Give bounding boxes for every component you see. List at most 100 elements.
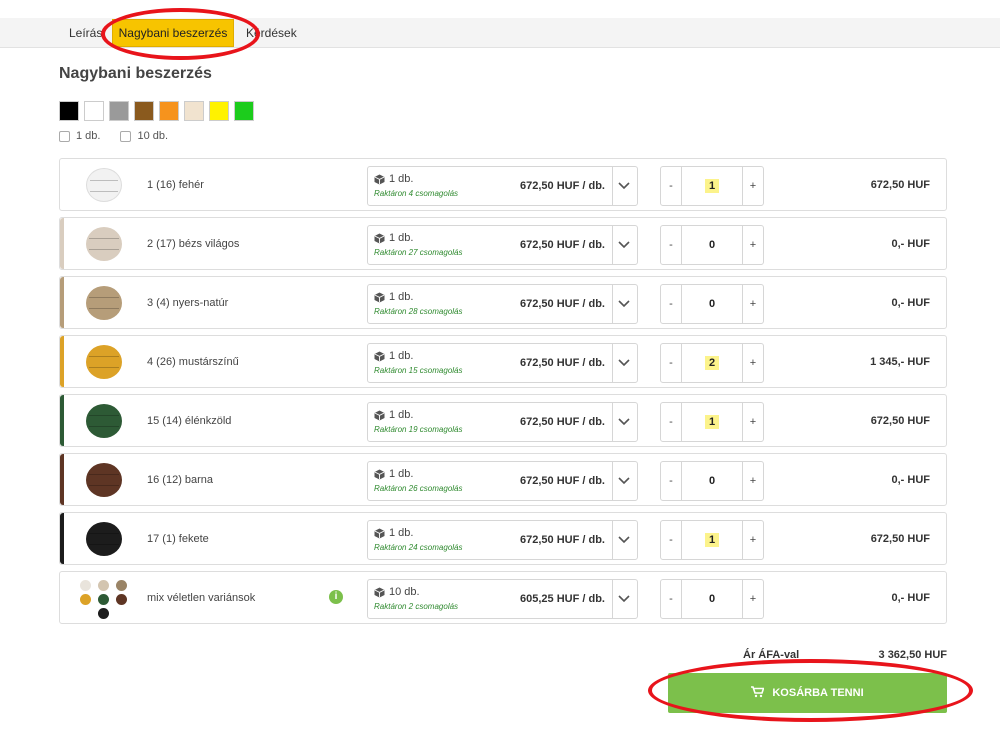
chevron-down-icon[interactable] (617, 236, 631, 252)
quantity-stepper: - 1 + (660, 166, 764, 206)
add-to-cart-button[interactable]: KOSÁRBA TENNI (668, 673, 947, 713)
stock-status: Raktáron 26 csomagolás (374, 484, 463, 493)
unit-price: 672,50 HUF / db. (520, 239, 605, 251)
decrement-button[interactable]: - (661, 403, 682, 441)
divider (612, 521, 613, 559)
checkbox[interactable] (120, 130, 132, 142)
product-thumbnail (82, 462, 126, 498)
line-total: 672,50 HUF (870, 533, 930, 545)
quantity-input[interactable]: 1 (683, 167, 741, 205)
color-swatch[interactable] (184, 101, 204, 121)
increment-button[interactable]: + (742, 580, 763, 618)
quantity-input[interactable]: 1 (683, 403, 741, 441)
stock-status: Raktáron 28 csomagolás (374, 307, 463, 316)
quantity-input[interactable]: 0 (683, 462, 741, 500)
package-select[interactable]: 1 db. Raktáron 24 csomagolás 672,50 HUF … (367, 520, 638, 560)
checkbox[interactable] (59, 130, 70, 142)
package-quantity: 1 db. (389, 232, 414, 244)
package-quantity: 1 db. (389, 173, 414, 185)
product-thumbnail (82, 403, 126, 439)
increment-button[interactable]: + (742, 226, 763, 264)
unit-price: 605,25 HUF / db. (520, 593, 605, 605)
tab-description[interactable]: Leírás (69, 18, 109, 48)
package-filter-1[interactable]: 1 db. (59, 130, 100, 142)
color-swatch[interactable] (234, 101, 254, 121)
package-filter-label: 1 db. (76, 130, 101, 142)
chevron-down-icon[interactable] (617, 531, 631, 547)
increment-button[interactable]: + (742, 521, 763, 559)
yarn-ball (116, 580, 127, 591)
package-icon (374, 587, 385, 601)
info-icon[interactable]: i (329, 590, 343, 604)
product-name: 15 (14) élénkzöld (147, 415, 232, 427)
summary-total: 3 362,50 HUF (878, 649, 947, 661)
chevron-down-icon[interactable] (617, 472, 631, 488)
increment-button[interactable]: + (742, 462, 763, 500)
quantity-stepper: - 0 + (660, 284, 764, 324)
quantity-input[interactable]: 0 (683, 226, 741, 264)
quantity-value: 0 (708, 475, 716, 487)
package-select[interactable]: 1 db. Raktáron 4 csomagolás 672,50 HUF /… (367, 166, 638, 206)
package-select[interactable]: 1 db. Raktáron 27 csomagolás 672,50 HUF … (367, 225, 638, 265)
package-icon (374, 469, 385, 483)
color-swatch[interactable] (84, 101, 104, 121)
chevron-down-icon[interactable] (617, 295, 631, 311)
package-select[interactable]: 10 db. Raktáron 2 csomagolás 605,25 HUF … (367, 579, 638, 619)
cart-icon (751, 685, 765, 701)
product-name: 17 (1) fekete (147, 533, 209, 545)
line-total: 1 345,- HUF (870, 356, 930, 368)
decrement-button[interactable]: - (661, 167, 682, 205)
stock-status: Raktáron 4 csomagolás (374, 189, 459, 198)
decrement-button[interactable]: - (661, 521, 682, 559)
package-filter-10[interactable]: 10 db. (120, 130, 168, 142)
quantity-input[interactable]: 0 (683, 580, 741, 618)
decrement-button[interactable]: - (661, 344, 682, 382)
yarn-ball (98, 608, 109, 619)
product-thumbnail (82, 167, 126, 203)
package-icon (374, 351, 385, 365)
package-select[interactable]: 1 db. Raktáron 26 csomagolás 672,50 HUF … (367, 461, 638, 501)
color-swatch[interactable] (59, 101, 79, 121)
color-bar (60, 454, 64, 505)
color-swatch[interactable] (209, 101, 229, 121)
decrement-button[interactable]: - (661, 580, 682, 618)
product-row: mix véletlen variánsok i 10 db. Raktáron… (59, 571, 947, 624)
tab-bar: Leírás Nagybani beszerzés Kérdések (0, 18, 1000, 48)
package-select[interactable]: 1 db. Raktáron 15 csomagolás 672,50 HUF … (367, 343, 638, 383)
stock-status: Raktáron 2 csomagolás (374, 602, 459, 611)
quantity-input[interactable]: 0 (683, 285, 741, 323)
chevron-down-icon[interactable] (617, 590, 631, 606)
package-quantity: 1 db. (389, 409, 414, 421)
tab-wholesale[interactable]: Nagybani beszerzés (112, 19, 234, 47)
decrement-button[interactable]: - (661, 462, 682, 500)
package-select[interactable]: 1 db. Raktáron 19 csomagolás 672,50 HUF … (367, 402, 638, 442)
decrement-button[interactable]: - (661, 226, 682, 264)
chevron-down-icon[interactable] (617, 354, 631, 370)
package-select[interactable]: 1 db. Raktáron 28 csomagolás 672,50 HUF … (367, 284, 638, 324)
quantity-input[interactable]: 2 (683, 344, 741, 382)
increment-button[interactable]: + (742, 167, 763, 205)
decrement-button[interactable]: - (661, 285, 682, 323)
chevron-down-icon[interactable] (617, 413, 631, 429)
summary-label: Ár ÁFA-val (743, 649, 800, 661)
product-name: mix véletlen variánsok (147, 592, 256, 604)
increment-button[interactable]: + (742, 344, 763, 382)
quantity-input[interactable]: 1 (683, 521, 741, 559)
yarn-ball (80, 580, 91, 591)
product-name: 2 (17) bézs világos (147, 238, 240, 250)
increment-button[interactable]: + (742, 285, 763, 323)
color-swatch[interactable] (159, 101, 179, 121)
increment-button[interactable]: + (742, 403, 763, 441)
color-swatch[interactable] (109, 101, 129, 121)
color-swatch[interactable] (134, 101, 154, 121)
line-total: 672,50 HUF (870, 415, 930, 427)
unit-price: 672,50 HUF / db. (520, 416, 605, 428)
product-thumbnail (82, 285, 126, 321)
unit-price: 672,50 HUF / db. (520, 298, 605, 310)
quantity-stepper: - 0 + (660, 225, 764, 265)
mix-thumbnail (60, 572, 140, 625)
section-title: Nagybani beszerzés (59, 65, 212, 82)
tab-questions[interactable]: Kérdések (236, 18, 306, 48)
chevron-down-icon[interactable] (617, 177, 631, 193)
quantity-value: 0 (708, 593, 716, 605)
